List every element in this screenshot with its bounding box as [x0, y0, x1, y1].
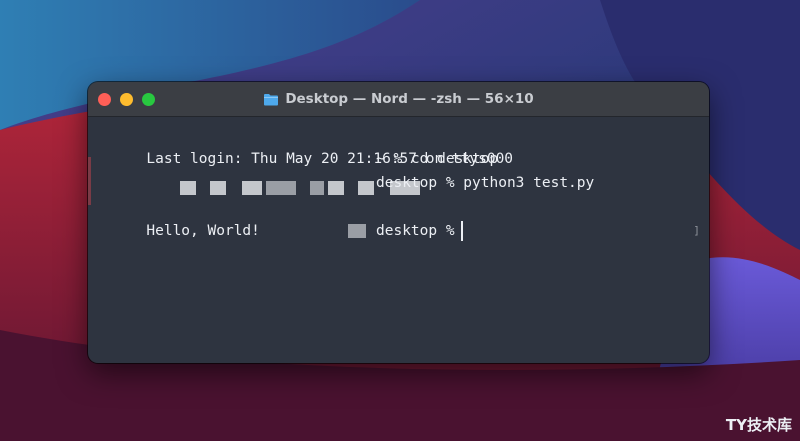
terminal-line-cd: ~ % cd desktop ]	[94, 147, 703, 237]
close-button[interactable]	[98, 93, 111, 106]
window-title-text: Desktop — Nord — -zsh — 56×10	[285, 91, 534, 107]
folder-icon	[263, 93, 279, 106]
window-title: Desktop — Nord — -zsh — 56×10	[263, 91, 534, 107]
cd-command: ~ % cd desktop	[376, 151, 499, 167]
title-bar[interactable]: Desktop — Nord — -zsh — 56×10	[88, 82, 709, 117]
redacted-user	[348, 224, 366, 238]
python-command: desktop % python3 test.py	[376, 175, 595, 191]
terminal-line-login: Last login: Thu May 20 21:16:57 on ttys0…	[94, 123, 703, 167]
current-prompt: desktop %	[376, 219, 463, 243]
window-controls	[98, 93, 155, 106]
terminal-window[interactable]: Desktop — Nord — -zsh — 56×10 Last login…	[88, 82, 709, 363]
text-cursor	[460, 221, 463, 241]
terminal-line-python: desktop % python3 test.py ]	[94, 171, 703, 237]
watermark: TY技术库	[725, 416, 792, 434]
zoom-button[interactable]	[142, 93, 155, 106]
selection-marker	[88, 157, 91, 205]
minimize-button[interactable]	[120, 93, 133, 106]
terminal-content[interactable]: Last login: Thu May 20 21:16:57 on ttys0…	[88, 117, 709, 243]
terminal-line-prompt: desktop %	[94, 219, 703, 243]
terminal-line-output: Hello, World!	[94, 195, 703, 239]
